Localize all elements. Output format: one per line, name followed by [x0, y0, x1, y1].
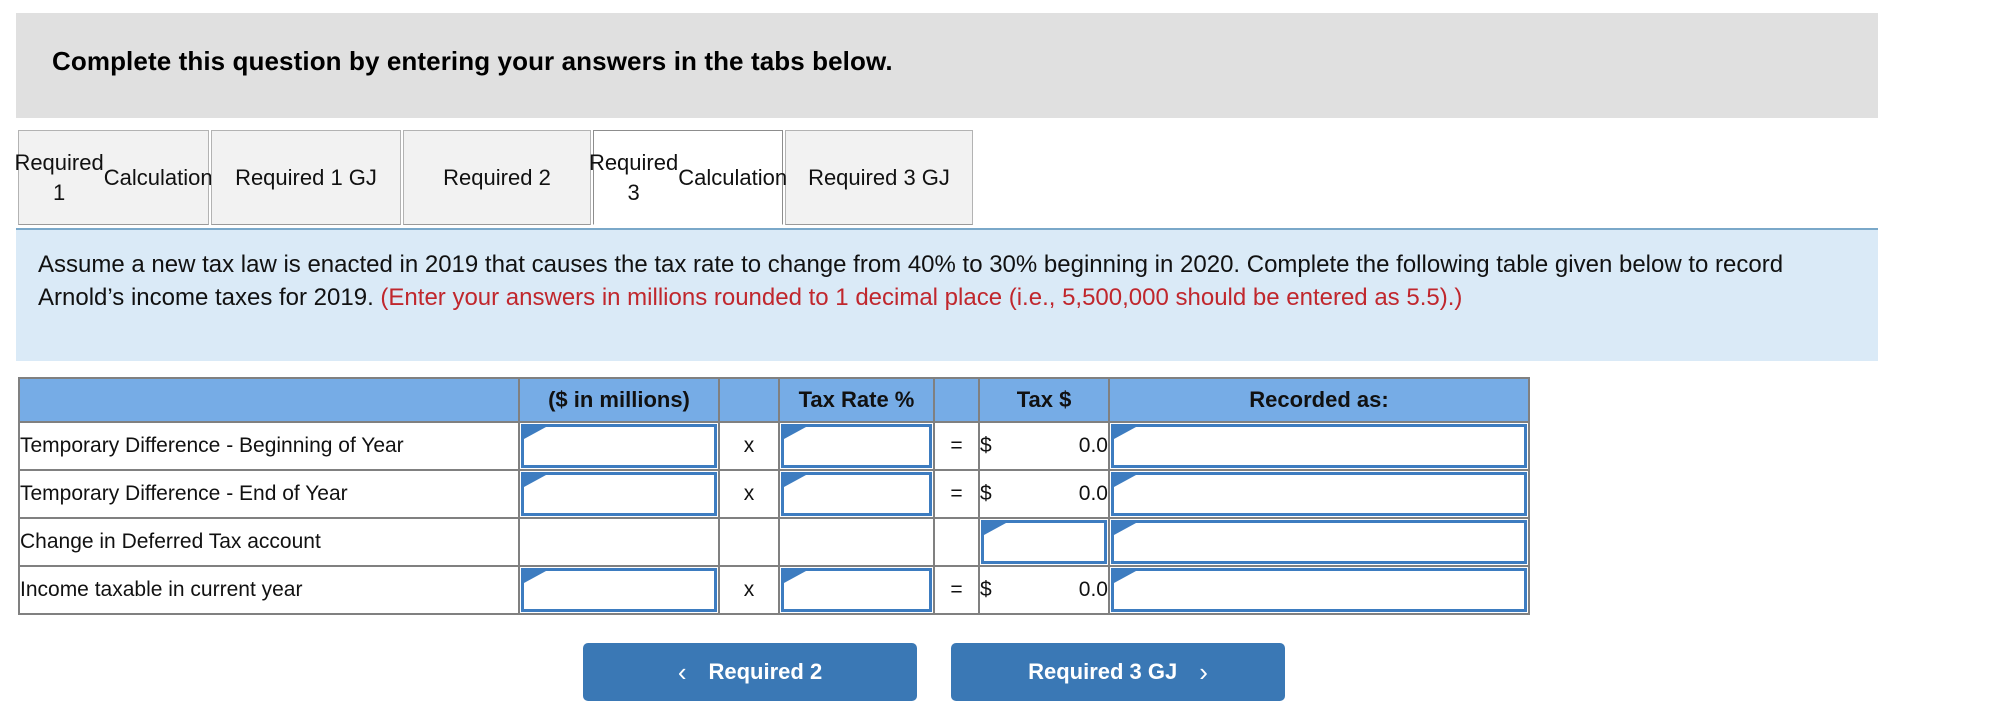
- tab-required-3-gj[interactable]: Required 3 GJ: [785, 130, 973, 225]
- tax-amount-value: 0.0: [1078, 434, 1108, 457]
- amount-empty-cell: [518, 517, 720, 567]
- multiply-operator: x: [718, 469, 780, 519]
- tax-rate-empty-cell: [778, 517, 935, 567]
- tax-rate-input-row-3[interactable]: [781, 568, 932, 612]
- table-row: Temporary Difference - Beginning of Year…: [18, 421, 1530, 471]
- chevron-left-icon: ‹: [677, 657, 687, 687]
- next-button-label: Required 3 GJ: [1028, 659, 1178, 684]
- row-label: Temporary Difference - End of Year: [18, 469, 520, 519]
- table-header-cell-3: Tax Rate %: [778, 377, 935, 423]
- tab-required-2[interactable]: Required 2: [403, 130, 591, 225]
- amount-input-row-1[interactable]: [521, 472, 717, 516]
- next-required-3-gj-button[interactable]: Required 3 GJ ›: [951, 643, 1285, 701]
- table-header-cell-5: Tax $: [978, 377, 1110, 423]
- currency-symbol: $: [980, 578, 992, 601]
- tax-amount-cell: $0.0: [978, 565, 1110, 615]
- recorded-as-input-row-2[interactable]: [1111, 520, 1527, 564]
- recorded-as-input-row-3-cell[interactable]: [1108, 565, 1530, 615]
- amount-input-row-0-cell[interactable]: [518, 421, 720, 471]
- table-header-cell-6: Recorded as:: [1108, 377, 1530, 423]
- equals-operator: =: [933, 469, 980, 519]
- amount-input-row-0[interactable]: [521, 424, 717, 468]
- table-header-cell-1: ($ in millions): [518, 377, 720, 423]
- currency-symbol: $: [980, 434, 992, 457]
- instruction-red-text: (Enter your answers in millions rounded …: [380, 284, 1463, 311]
- table-header-row: ($ in millions) Tax Rate % Tax $ Recorded a…: [18, 377, 1530, 423]
- amount-input-row-3[interactable]: [521, 568, 717, 612]
- recorded-as-input-row-0[interactable]: [1111, 424, 1527, 468]
- previous-required-2-button[interactable]: ‹ Required 2: [583, 643, 917, 701]
- multiply-operator: [718, 517, 780, 567]
- row-label: Change in Deferred Tax account: [18, 517, 520, 567]
- tab-strip: Required 1 Calculation Required 1 GJ Requir…: [0, 130, 1994, 230]
- tab-label-line1: Required 1: [14, 149, 104, 205]
- tax-amount-cell: $0.0: [978, 469, 1110, 519]
- tab-label-line2: Calculation: [103, 164, 213, 190]
- equals-operator: [933, 517, 980, 567]
- recorded-as-input-row-0-cell[interactable]: [1108, 421, 1530, 471]
- calculation-table-wrapper: ($ in millions) Tax Rate % Tax $ Recorded a…: [18, 377, 1530, 615]
- table-header-cell-0: [18, 377, 520, 423]
- tax-rate-input-row-1[interactable]: [781, 472, 932, 516]
- table-row: Change in Deferred Tax account: [18, 517, 1530, 567]
- banner-instruction-text: Complete this question by entering your …: [52, 46, 893, 76]
- recorded-as-input-row-1-cell[interactable]: [1108, 469, 1530, 519]
- question-banner: Complete this question by entering your …: [16, 13, 1878, 118]
- recorded-as-input-row-2-cell[interactable]: [1108, 517, 1530, 567]
- tax-amount-value: 0.0: [1078, 482, 1108, 505]
- tab-label-line1: Required 1 GJ: [235, 164, 377, 190]
- chevron-right-icon: ›: [1199, 657, 1208, 687]
- amount-input-row-3-cell[interactable]: [518, 565, 720, 615]
- tab-label-line2: Calculation: [678, 164, 788, 190]
- table-row: Income taxable in current year x = $0.0: [18, 565, 1530, 615]
- tab-required-3-calculation[interactable]: Required 3 Calculation: [589, 130, 787, 225]
- row-label: Temporary Difference - Beginning of Year: [18, 421, 520, 471]
- equals-operator: =: [933, 421, 980, 471]
- tax-amount-cell: $0.0: [978, 421, 1110, 471]
- tab-label-line1: Required 3: [588, 149, 679, 205]
- tab-label-line1: Required 3 GJ: [808, 164, 950, 190]
- tab-required-1-calculation[interactable]: Required 1 Calculation: [14, 130, 213, 225]
- row-label: Income taxable in current year: [18, 565, 520, 615]
- tax-rate-input-row-3-cell[interactable]: [778, 565, 935, 615]
- tab-label-line1: Required 2: [443, 164, 551, 190]
- table-row: Temporary Difference - End of Year x = $0.0: [18, 469, 1530, 519]
- currency-symbol: $: [980, 482, 992, 505]
- table-header-cell-2: [718, 377, 780, 423]
- recorded-as-input-row-1[interactable]: [1111, 472, 1527, 516]
- tab-required-1-gj[interactable]: Required 1 GJ: [211, 130, 401, 225]
- tax-amount-input-row-2[interactable]: [981, 520, 1107, 564]
- equals-operator: =: [933, 565, 980, 615]
- multiply-operator: x: [718, 565, 780, 615]
- recorded-as-input-row-3[interactable]: [1111, 568, 1527, 612]
- table-header-cell-4: [933, 377, 980, 423]
- instruction-paragraph: Assume a new tax law is enacted in 2019 …: [38, 248, 1856, 314]
- previous-button-label: Required 2: [708, 659, 823, 684]
- tax-rate-input-row-1-cell[interactable]: [778, 469, 935, 519]
- instruction-panel: Assume a new tax law is enacted in 2019 …: [16, 228, 1878, 361]
- tax-amount-input-row-2-cell[interactable]: [978, 517, 1110, 567]
- calculation-table: ($ in millions) Tax Rate % Tax $ Recorded a…: [18, 377, 1530, 615]
- amount-input-row-1-cell[interactable]: [518, 469, 720, 519]
- tax-rate-input-row-0[interactable]: [781, 424, 932, 468]
- multiply-operator: x: [718, 421, 780, 471]
- tax-amount-value: 0.0: [1078, 578, 1108, 601]
- tax-rate-input-row-0-cell[interactable]: [778, 421, 935, 471]
